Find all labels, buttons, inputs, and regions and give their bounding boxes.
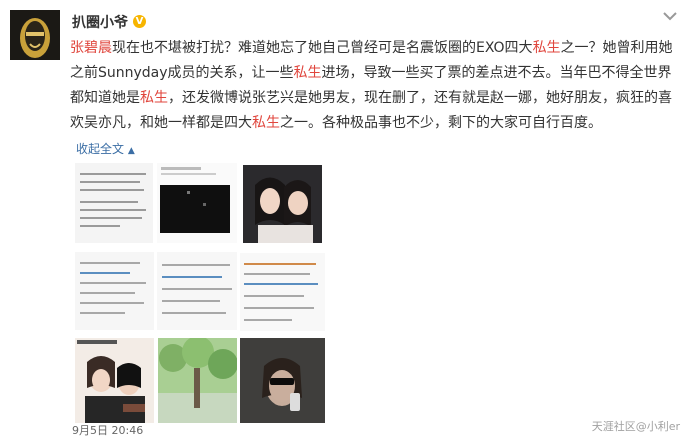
avatar[interactable] [10,10,60,60]
highlight-term[interactable]: 私生 [533,40,561,56]
up-arrow-icon: ▲ [127,146,135,156]
highlight-term[interactable]: 私生 [294,65,322,81]
image-thumb-4[interactable] [75,252,154,330]
collapse-label: 收起全文 [76,142,125,156]
post-text: 张碧晨现在也不堪被打扰？难道她忘了她自己曾经可是名震饭圈的EXO四大私生之一？她… [70,36,682,136]
watermark: 天涯社区@小利er [591,420,680,433]
image-thumb-8[interactable] [158,338,237,423]
image-thumb-3[interactable] [243,165,322,243]
image-thumb-6[interactable] [240,253,325,331]
image-thumb-5[interactable] [157,252,237,330]
image-thumb-7[interactable] [75,338,154,423]
image-thumb-2[interactable] [157,163,237,243]
collapse-link[interactable]: 收起全文 ▲ [76,140,135,157]
username[interactable]: 扒圈小爷 [72,12,128,32]
highlight-term[interactable]: 私生 [252,115,280,131]
post-timestamp[interactable]: 9月5日 20:46 [72,422,143,438]
post-text-segment: 现在也不堪被打扰？难道她忘了她自己曾经可是名震饭圈的EXO四大 [112,40,533,56]
post-text-segment: 之一。各种极品事也不少，剩下的大家可自行百度。 [280,115,602,131]
image-thumb-9[interactable] [240,338,325,423]
highlight-term[interactable]: 私生 [140,90,168,106]
highlight-term[interactable]: 张碧晨 [70,40,112,56]
verified-badge-icon: V [133,15,146,28]
chevron-down-icon[interactable] [662,8,678,22]
image-thumb-1[interactable] [75,163,153,243]
